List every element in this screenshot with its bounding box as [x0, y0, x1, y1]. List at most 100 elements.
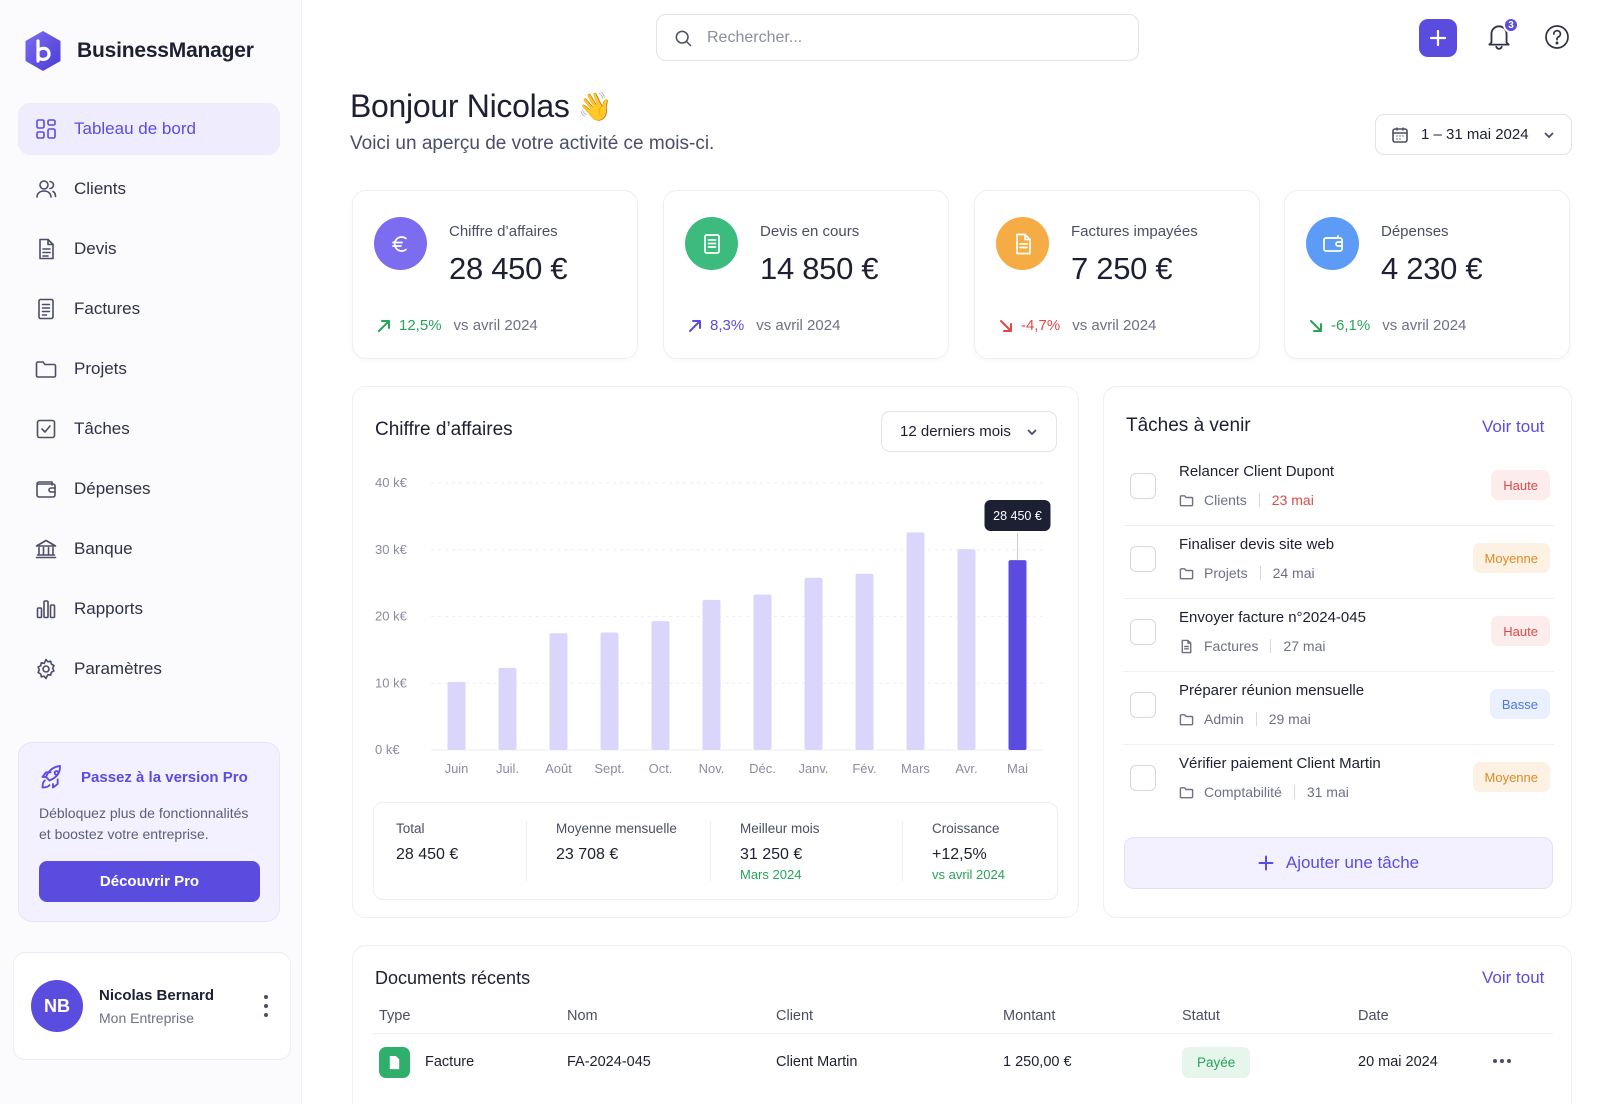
invoice-icon — [34, 297, 58, 321]
add-task-button[interactable]: Ajouter une tâche — [1124, 837, 1553, 889]
avatar: NB — [31, 980, 83, 1032]
wallet-icon — [34, 477, 58, 501]
y-tick-label: 40 k€ — [375, 475, 408, 490]
x-tick-label: Déc. — [749, 761, 776, 776]
sidebar-item-projets[interactable]: Projets — [18, 343, 280, 395]
bar — [753, 594, 772, 750]
sidebar-item-taches[interactable]: Tâches — [18, 403, 280, 455]
documents-title: Documents récents — [375, 968, 531, 988]
notifications-button[interactable]: 3 — [1486, 17, 1519, 52]
stat-label: Total — [396, 821, 425, 836]
kpi-label: Factures impayées — [1071, 223, 1198, 240]
pro-upgrade-card: Passez à la version Pro Débloquez plus d… — [18, 742, 280, 922]
column-header[interactable]: Montant — [1003, 1008, 1055, 1024]
task-checkbox[interactable] — [1130, 546, 1156, 572]
stat-sub: vs avril 2024 — [932, 867, 1005, 882]
sidebar-item-label: Paramètres — [74, 659, 162, 678]
sidebar-item-dashboard[interactable]: Tableau de bord — [18, 103, 280, 155]
date-range-picker[interactable]: 1 – 31 mai 2024 — [1375, 114, 1572, 155]
stat-label: Croissance — [932, 821, 1000, 836]
priority-badge: Moyenne — [1472, 543, 1550, 573]
task-date: 27 mai — [1283, 638, 1326, 654]
column-header[interactable]: Client — [776, 1008, 813, 1024]
priority-badge: Haute — [1491, 470, 1550, 500]
kpi-card-unpaid-invoices[interactable]: Factures impayées 7 250 € -4,7% vs avril… — [974, 190, 1260, 359]
kpi-comparison: vs avril 2024 — [756, 317, 841, 334]
x-tick-label: Mars — [901, 761, 930, 776]
x-tick-label: Juil. — [496, 761, 519, 776]
kpi-label: Dépenses — [1381, 223, 1449, 240]
help-button[interactable] — [1544, 24, 1570, 50]
task-name: Préparer réunion mensuelle — [1179, 682, 1365, 699]
kpi-label: Devis en cours — [760, 223, 860, 240]
user-card[interactable]: NB Nicolas Bernard Mon Entreprise — [13, 952, 291, 1060]
more-vertical-icon[interactable] — [262, 995, 270, 1017]
stat-value: 23 708 € — [556, 846, 619, 863]
sidebar-nav: Tableau de bord Clients Devis Factures P… — [18, 103, 280, 703]
kpi-trend: -6,1% — [1331, 317, 1371, 334]
task-item[interactable]: Relancer Client Dupont Clients 23 mai Ha… — [1124, 453, 1554, 526]
bar — [447, 681, 466, 750]
column-header[interactable]: Nom — [567, 1008, 598, 1024]
kpi-card-revenue[interactable]: Chiffre d’affaires 28 450 € 12,5% vs avr… — [352, 190, 638, 359]
calendar-icon — [1392, 127, 1408, 143]
column-header[interactable]: Date — [1358, 1008, 1389, 1024]
stat-label: Moyenne mensuelle — [556, 821, 677, 836]
y-tick-label: 10 k€ — [375, 675, 408, 690]
brand[interactable]: BusinessManager — [23, 30, 254, 72]
search-input[interactable] — [707, 28, 1107, 47]
x-tick-label: Avr. — [955, 761, 977, 776]
sidebar-item-clients[interactable]: Clients — [18, 163, 280, 215]
revenue-stats: Total 28 450 € Moyenne mensuelle 23 708 … — [373, 802, 1058, 900]
task-checkbox[interactable] — [1130, 473, 1156, 499]
tasks-see-all-link[interactable]: Voir tout — [1482, 417, 1544, 437]
date-range-label: 1 – 31 mai 2024 — [1421, 126, 1529, 143]
sidebar-item-devis[interactable]: Devis — [18, 223, 280, 275]
checkbox-icon — [34, 417, 58, 441]
bar — [651, 621, 670, 750]
sidebar-item-rapports[interactable]: Rapports — [18, 583, 280, 635]
task-item[interactable]: Envoyer facture n°2024-045 Factures 27 m… — [1124, 599, 1554, 672]
folder-icon — [1179, 494, 1194, 506]
task-item[interactable]: Vérifier paiement Client Martin Comptabi… — [1124, 745, 1554, 818]
sidebar-item-parametres[interactable]: Paramètres — [18, 643, 280, 695]
sidebar-item-depenses[interactable]: Dépenses — [18, 463, 280, 515]
x-tick-label: Juin — [445, 761, 469, 776]
page-title: Bonjour Nicolas 👋 — [350, 88, 714, 125]
column-header[interactable]: Type — [379, 1008, 410, 1024]
task-checkbox[interactable] — [1130, 619, 1156, 645]
priority-badge: Basse — [1489, 689, 1550, 719]
help-icon — [1545, 25, 1569, 49]
task-checkbox[interactable] — [1130, 692, 1156, 718]
users-icon — [34, 177, 58, 201]
user-company: Mon Entreprise — [99, 1009, 194, 1026]
column-header[interactable]: Statut — [1182, 1008, 1220, 1024]
task-name: Envoyer facture n°2024-045 — [1179, 609, 1366, 626]
stat-growth: Croissance +12,5% vs avril 2024 — [932, 821, 1005, 882]
task-date: 24 mai — [1272, 565, 1315, 581]
task-item[interactable]: Préparer réunion mensuelle Admin 29 mai … — [1124, 672, 1554, 745]
kpi-trend: -4,7% — [1021, 317, 1061, 334]
task-item[interactable]: Finaliser devis site web Projets 24 mai … — [1124, 526, 1554, 599]
stat-best-month: Meilleur mois 31 250 € Mars 2024 — [740, 821, 820, 882]
documents-see-all-link[interactable]: Voir tout — [1482, 968, 1544, 988]
task-name: Finaliser devis site web — [1179, 536, 1335, 553]
stat-sub: Mars 2024 — [740, 867, 802, 882]
sidebar-item-factures[interactable]: Factures — [18, 283, 280, 335]
discover-pro-button[interactable]: Découvrir Pro — [39, 861, 260, 902]
more-horizontal-icon[interactable] — [1493, 1059, 1511, 1063]
kpi-trend: 12,5% — [399, 317, 442, 334]
stat-value: 31 250 € — [740, 846, 803, 863]
kpi-card-expenses[interactable]: Dépenses 4 230 € -6,1% vs avril 2024 — [1284, 190, 1570, 359]
sidebar-item-label: Rapports — [74, 599, 143, 618]
doc-client: Client Martin — [776, 1054, 858, 1070]
bar — [1008, 560, 1027, 750]
doc-date: 20 mai 2024 — [1358, 1054, 1438, 1070]
pro-title: Passez à la version Pro — [81, 768, 248, 786]
kpi-card-quotes[interactable]: Devis en cours 14 850 € 8,3% vs avril 20… — [663, 190, 949, 359]
file-icon — [1181, 639, 1192, 653]
add-button[interactable] — [1419, 19, 1457, 57]
sidebar-item-banque[interactable]: Banque — [18, 523, 280, 575]
notification-badge: 3 — [1503, 17, 1519, 33]
task-checkbox[interactable] — [1130, 765, 1156, 791]
